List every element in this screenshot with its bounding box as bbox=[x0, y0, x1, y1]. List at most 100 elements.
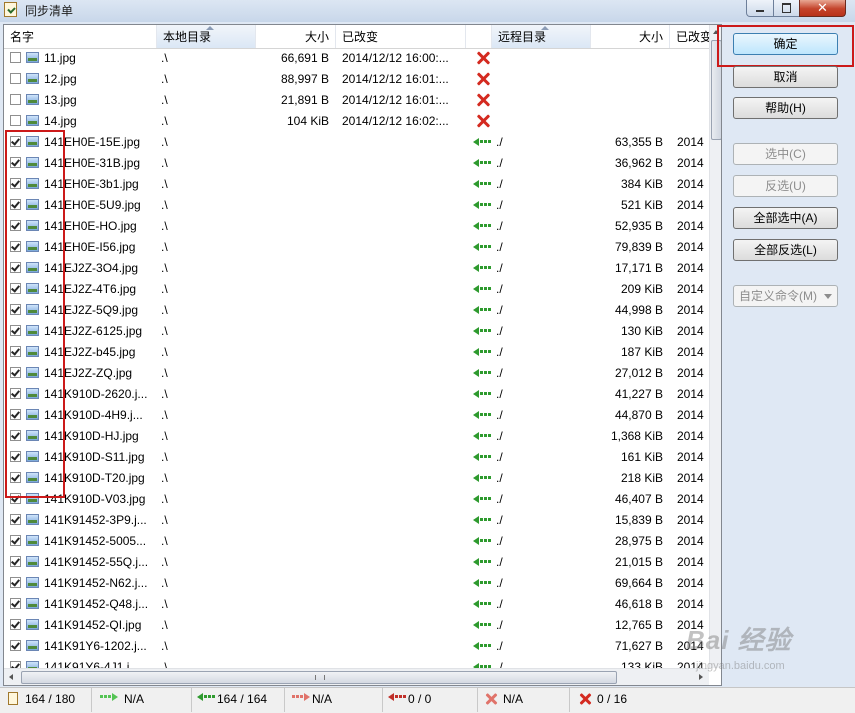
minimize-button[interactable] bbox=[746, 0, 774, 17]
invert-selection-button[interactable]: 反选(U) bbox=[733, 175, 838, 197]
download-action-icon[interactable] bbox=[469, 426, 497, 447]
download-action-icon[interactable] bbox=[469, 195, 497, 216]
scroll-right-arrow-icon[interactable] bbox=[693, 669, 709, 685]
table-row[interactable]: 141K910D-T20.jpg .\ ./218 KiB 2014 bbox=[4, 468, 709, 489]
download-action-icon[interactable] bbox=[469, 615, 497, 636]
column-header-name[interactable]: 名字 bbox=[4, 25, 157, 48]
table-row[interactable]: 141K91452-QI.jpg .\ ./12,765 B 2014 bbox=[4, 615, 709, 636]
row-checkbox[interactable] bbox=[10, 304, 21, 315]
table-row[interactable]: 141EJ2Z-4T6.jpg .\ ./209 KiB 2014 bbox=[4, 279, 709, 300]
column-header-local-changed[interactable]: 已改变 bbox=[336, 25, 466, 48]
table-row[interactable]: 12.jpg .\ 88,997 B 2014/12/12 16:01:... bbox=[4, 69, 709, 90]
table-row[interactable]: 141K91452-3P9.j... .\ ./15,839 B 2014 bbox=[4, 510, 709, 531]
table-row[interactable]: 141K910D-4H9.j... .\ ./44,870 B 2014 bbox=[4, 405, 709, 426]
table-row[interactable]: 141K910D-HJ.jpg .\ ./1,368 KiB 2014 bbox=[4, 426, 709, 447]
row-checkbox[interactable] bbox=[10, 346, 21, 357]
cancel-button[interactable]: 取消 bbox=[733, 66, 838, 88]
table-row[interactable]: 141EH0E-31B.jpg .\ ./36,962 B 2014 bbox=[4, 153, 709, 174]
ok-button[interactable]: 确定 bbox=[733, 33, 838, 55]
scroll-left-arrow-icon[interactable] bbox=[4, 669, 20, 685]
table-row[interactable]: 141EH0E-HO.jpg .\ ./52,935 B 2014 bbox=[4, 216, 709, 237]
row-checkbox[interactable] bbox=[10, 115, 21, 126]
select-all-button[interactable]: 全部选中(A) bbox=[733, 207, 838, 229]
table-row[interactable]: 141EJ2Z-b45.jpg .\ ./187 KiB 2014 bbox=[4, 342, 709, 363]
row-checkbox[interactable] bbox=[10, 367, 21, 378]
download-action-icon[interactable] bbox=[469, 279, 497, 300]
vertical-scroll-thumb[interactable] bbox=[711, 40, 721, 140]
row-checkbox[interactable] bbox=[10, 430, 21, 441]
download-action-icon[interactable] bbox=[469, 510, 497, 531]
close-button[interactable]: ✕ bbox=[799, 0, 846, 17]
sync-list[interactable]: 名字 本地目录 大小 已改变 远程目录 大小 已改变 11.jpg .\ 66,69… bbox=[3, 24, 722, 686]
row-checkbox[interactable] bbox=[10, 136, 21, 147]
vertical-scrollbar[interactable] bbox=[709, 25, 721, 668]
row-checkbox[interactable] bbox=[10, 493, 21, 504]
row-checkbox[interactable] bbox=[10, 619, 21, 630]
table-row[interactable]: 141EJ2Z-6125.jpg .\ ./130 KiB 2014 bbox=[4, 321, 709, 342]
row-checkbox[interactable] bbox=[10, 472, 21, 483]
column-header-local-dir[interactable]: 本地目录 bbox=[157, 25, 256, 48]
row-checkbox[interactable] bbox=[10, 535, 21, 546]
horizontal-scrollbar[interactable] bbox=[4, 668, 709, 685]
download-action-icon[interactable] bbox=[469, 552, 497, 573]
custom-command-dropdown[interactable]: 自定义命令(M) bbox=[733, 285, 838, 307]
row-checkbox[interactable] bbox=[10, 556, 21, 567]
table-row[interactable]: 141EJ2Z-5Q9.jpg .\ ./44,998 B 2014 bbox=[4, 300, 709, 321]
download-action-icon[interactable] bbox=[469, 531, 497, 552]
table-row[interactable]: 141K91452-Q48.j... .\ ./46,618 B 2014 bbox=[4, 594, 709, 615]
row-checkbox[interactable] bbox=[10, 283, 21, 294]
row-checkbox[interactable] bbox=[10, 577, 21, 588]
row-checkbox[interactable] bbox=[10, 262, 21, 273]
download-action-icon[interactable] bbox=[469, 594, 497, 615]
download-action-icon[interactable] bbox=[469, 321, 497, 342]
column-header-remote-changed[interactable]: 已改变 bbox=[670, 25, 710, 48]
row-checkbox[interactable] bbox=[10, 199, 21, 210]
row-checkbox[interactable] bbox=[10, 94, 21, 105]
table-row[interactable]: 141K910D-2620.j... .\ ./41,227 B 2014 bbox=[4, 384, 709, 405]
row-checkbox[interactable] bbox=[10, 157, 21, 168]
delete-action-icon[interactable] bbox=[469, 90, 497, 111]
download-action-icon[interactable] bbox=[469, 258, 497, 279]
row-checkbox[interactable] bbox=[10, 52, 21, 63]
row-checkbox[interactable] bbox=[10, 451, 21, 462]
table-row[interactable]: 141K910D-S11.jpg .\ ./161 KiB 2014 bbox=[4, 447, 709, 468]
download-action-icon[interactable] bbox=[469, 363, 497, 384]
column-header-remote-dir[interactable]: 远程目录 bbox=[492, 25, 591, 48]
delete-action-icon[interactable] bbox=[469, 48, 497, 69]
row-checkbox[interactable] bbox=[10, 409, 21, 420]
download-action-icon[interactable] bbox=[469, 405, 497, 426]
table-row[interactable]: 141EJ2Z-ZQ.jpg .\ ./27,012 B 2014 bbox=[4, 363, 709, 384]
row-checkbox[interactable] bbox=[10, 178, 21, 189]
download-action-icon[interactable] bbox=[469, 237, 497, 258]
scroll-up-arrow-icon[interactable] bbox=[710, 25, 721, 39]
table-row[interactable]: 141K91452-N62.j... .\ ./69,664 B 2014 bbox=[4, 573, 709, 594]
download-action-icon[interactable] bbox=[469, 342, 497, 363]
column-header-action[interactable] bbox=[466, 25, 492, 48]
table-row[interactable]: 141K910D-V03.jpg .\ ./46,407 B 2014 bbox=[4, 489, 709, 510]
download-action-icon[interactable] bbox=[469, 132, 497, 153]
delete-action-icon[interactable] bbox=[469, 69, 497, 90]
download-action-icon[interactable] bbox=[469, 300, 497, 321]
column-header-local-size[interactable]: 大小 bbox=[256, 25, 336, 48]
table-row[interactable]: 141EH0E-5U9.jpg .\ ./521 KiB 2014 bbox=[4, 195, 709, 216]
table-row[interactable]: 141K91Y6-1202.j... .\ ./71,627 B 2014 bbox=[4, 636, 709, 657]
table-row[interactable]: 13.jpg .\ 21,891 B 2014/12/12 16:01:... bbox=[4, 90, 709, 111]
invert-all-button[interactable]: 全部反选(L) bbox=[733, 239, 838, 261]
table-row[interactable]: 11.jpg .\ 66,691 B 2014/12/12 16:00:... bbox=[4, 48, 709, 69]
row-checkbox[interactable] bbox=[10, 514, 21, 525]
row-checkbox[interactable] bbox=[10, 388, 21, 399]
row-checkbox[interactable] bbox=[10, 220, 21, 231]
row-checkbox[interactable] bbox=[10, 73, 21, 84]
download-action-icon[interactable] bbox=[469, 573, 497, 594]
download-action-icon[interactable] bbox=[469, 489, 497, 510]
table-row[interactable]: 14.jpg .\ 104 KiB 2014/12/12 16:02:... bbox=[4, 111, 709, 132]
table-row[interactable]: 141K91452-55Q.j... .\ ./21,015 B 2014 bbox=[4, 552, 709, 573]
table-row[interactable]: 141K91452-5005... .\ ./28,975 B 2014 bbox=[4, 531, 709, 552]
download-action-icon[interactable] bbox=[469, 153, 497, 174]
row-checkbox[interactable] bbox=[10, 325, 21, 336]
column-header-remote-size[interactable]: 大小 bbox=[591, 25, 670, 48]
title-bar[interactable]: 同步清单 ✕ bbox=[0, 0, 855, 22]
download-action-icon[interactable] bbox=[469, 468, 497, 489]
download-action-icon[interactable] bbox=[469, 174, 497, 195]
table-row[interactable]: 141EH0E-3b1.jpg .\ ./384 KiB 2014 bbox=[4, 174, 709, 195]
